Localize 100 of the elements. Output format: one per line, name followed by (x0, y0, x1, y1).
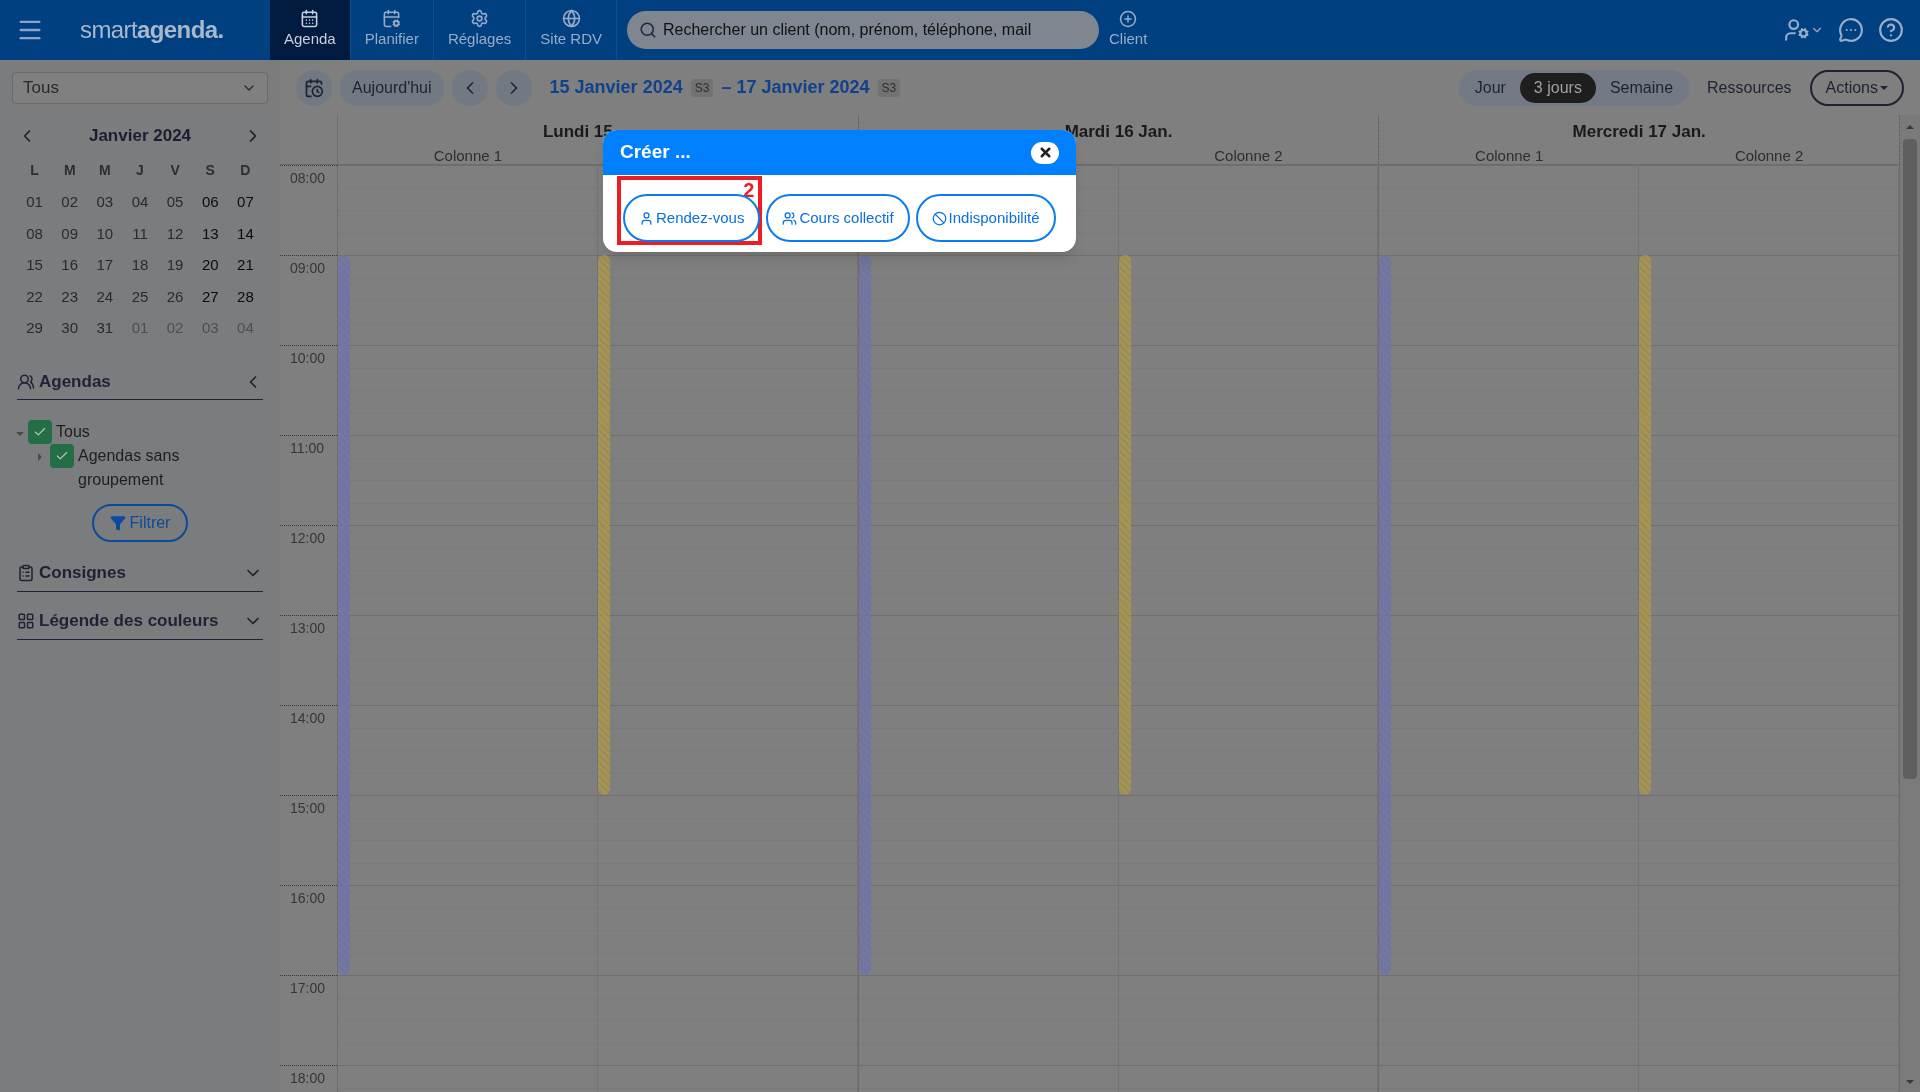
view-tab[interactable]: Semaine (1595, 72, 1688, 103)
view-tab[interactable]: Jour (1460, 72, 1520, 103)
close-button[interactable] (1031, 141, 1059, 164)
calendar-day[interactable]: 05 (157, 186, 193, 218)
calendar-day[interactable]: 29 (17, 312, 53, 344)
create-option-button[interactable]: Cours collectif (766, 194, 910, 242)
week-badge: S3 (877, 78, 901, 97)
weekday-label: L (29, 161, 40, 180)
help-icon[interactable] (1878, 17, 1904, 43)
calendar-day[interactable]: 02 (52, 186, 88, 218)
person-icon (639, 210, 654, 226)
calendar-day[interactable]: 10 (87, 217, 123, 249)
calendar-day[interactable]: 17 (87, 249, 123, 281)
chat-icon[interactable] (1838, 17, 1864, 43)
weekday-label: M (98, 161, 112, 180)
calendar-day[interactable]: 04 (122, 186, 158, 218)
calendar-day[interactable]: 16 (52, 249, 88, 281)
date-range-end: – 17 Janvier 2024 (721, 76, 870, 99)
resources-button[interactable]: Ressources (1697, 75, 1802, 100)
plus-icon (1119, 9, 1138, 28)
nav-tab[interactable]: Agenda (270, 0, 351, 60)
date-range-start: 15 Janvier 2024 (549, 76, 683, 99)
calendar-day[interactable]: 18 (122, 249, 158, 281)
create-option-button[interactable]: Indisponibilité (915, 194, 1056, 242)
calendar-picker-icon[interactable] (296, 69, 332, 106)
tree-item-label[interactable]: Tous (56, 419, 216, 444)
column-header: Colonne 1 (433, 145, 503, 166)
calendar-day[interactable]: 22 (17, 280, 53, 312)
section-title[interactable]: Consignes (39, 560, 126, 586)
calendar-day[interactable]: 27 (192, 280, 228, 312)
hour-label: 11:00 (290, 440, 324, 456)
hour-label: 15:00 (290, 800, 326, 816)
weekday-label: J (135, 161, 145, 180)
client-button[interactable]: Client (1109, 9, 1148, 51)
filter-icon (109, 514, 126, 531)
actions-button[interactable]: Actions (1809, 69, 1904, 106)
settings-icon (470, 9, 490, 29)
section-title: Agendas (39, 371, 111, 394)
calendar-day[interactable]: 06 (192, 186, 228, 218)
group-icon (782, 210, 798, 226)
calendar-day[interactable]: 24 (87, 280, 123, 312)
column-header: Colonne 2 (1734, 145, 1804, 166)
weekday-label: M (62, 161, 77, 180)
calendar-day[interactable]: 07 (227, 186, 263, 218)
clipboard-icon (17, 564, 35, 582)
calendar-day[interactable]: 12 (157, 217, 193, 249)
calendar-day[interactable]: 21 (227, 249, 263, 281)
view-tab[interactable]: 3 jours (1519, 72, 1596, 103)
logo: smartagenda. (80, 15, 225, 45)
calendar-day[interactable]: 01 (17, 186, 53, 218)
weekday-label: V (169, 161, 181, 180)
calendar-day[interactable]: 20 (192, 249, 228, 281)
week-badge: S3 (690, 78, 714, 97)
calendar-day[interactable]: 31 (87, 312, 123, 344)
dialog-title: Créer ... (620, 140, 691, 165)
search-icon (639, 21, 657, 39)
prohibited-icon (931, 210, 947, 226)
globe-icon (561, 9, 581, 29)
calendar-day[interactable]: 23 (52, 280, 88, 312)
calendar-day[interactable]: 26 (157, 280, 193, 312)
hour-label: 18:00 (290, 1070, 326, 1086)
column-header: Colonne 1 (1475, 145, 1544, 166)
calendar-day[interactable]: 15 (17, 249, 53, 281)
search-field[interactable]: Rechercher un client (nom, prénom, téléphone, mail (627, 11, 1099, 49)
calendar-day[interactable]: 08 (17, 217, 53, 249)
checkbox[interactable] (28, 419, 52, 444)
hour-label: 13:00 (290, 620, 326, 636)
calendar-day[interactable]: 13 (192, 217, 228, 249)
people-icon (17, 373, 35, 391)
column-header: Colonne 2 (1214, 145, 1283, 166)
weekday-label: D (239, 161, 252, 180)
checkbox[interactable] (50, 443, 74, 468)
nav-tab[interactable]: Réglages (433, 0, 527, 60)
nav-tab[interactable]: Planifier (350, 0, 434, 60)
hour-label: 17:00 (290, 980, 326, 996)
calendar-icon (300, 9, 320, 29)
day-header: Mercredi 17 Jan. (1572, 121, 1706, 143)
hour-label: 12:00 (290, 530, 326, 546)
calendar-day[interactable]: 14 (227, 217, 263, 249)
user-settings-icon[interactable] (1784, 17, 1824, 43)
calendar-day[interactable]: 11 (122, 217, 158, 249)
calendar-day[interactable]: 19 (157, 249, 193, 281)
filter-button[interactable]: Filtrer (91, 503, 189, 542)
tree-item-label[interactable]: Agendas sans groupement (78, 443, 238, 492)
agenda-select[interactable]: Tous (12, 72, 268, 104)
grid-icon (17, 612, 35, 630)
calendar-day[interactable]: 09 (52, 217, 88, 249)
section-title[interactable]: Légende des couleurs (39, 608, 219, 634)
month-title: Janvier 2024 (88, 125, 192, 148)
hour-label: 09:00 (290, 260, 326, 276)
calendar-day[interactable]: 03 (87, 186, 123, 218)
calendar-day[interactable]: 30 (52, 312, 88, 344)
hour-label: 14:00 (290, 710, 326, 726)
hour-label: 10:00 (290, 350, 326, 366)
weekday-label: S (204, 161, 216, 180)
calendar-day[interactable]: 28 (227, 280, 263, 312)
today-button[interactable]: Aujourd'hui (340, 69, 444, 106)
scrollbar[interactable] (1900, 115, 1920, 1092)
nav-tab[interactable]: Site RDV (526, 0, 617, 60)
calendar-day[interactable]: 25 (122, 280, 158, 312)
